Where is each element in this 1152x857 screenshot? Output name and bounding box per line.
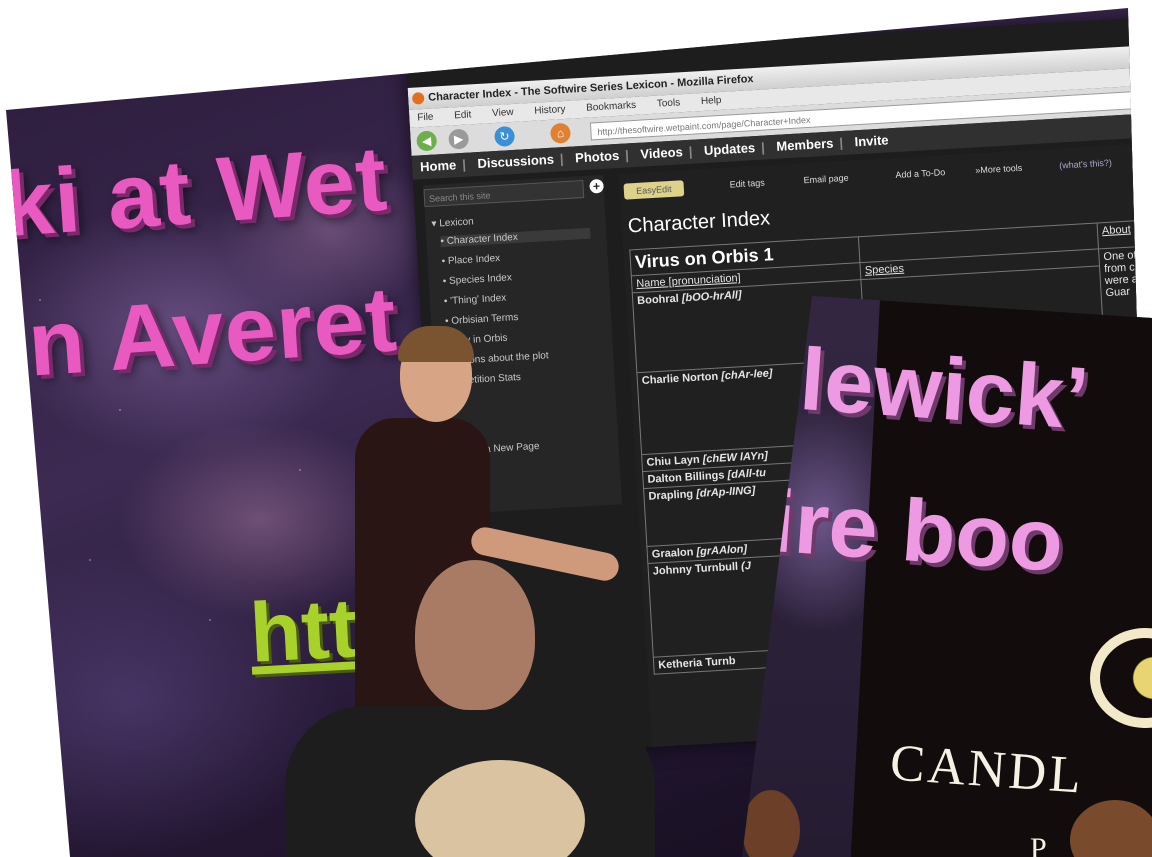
reload-icon[interactable]: ↻ xyxy=(494,125,516,148)
more-tools-link[interactable]: »More tools xyxy=(975,163,1023,176)
nav-photos[interactable]: Photos xyxy=(575,148,620,166)
forward-arrow-icon[interactable]: ▶ xyxy=(448,128,470,150)
right-sub-text: P xyxy=(1030,832,1047,857)
menu-view[interactable]: View xyxy=(492,107,514,119)
back-arrow-icon[interactable]: ◀ xyxy=(416,130,438,152)
nav-videos[interactable]: Videos xyxy=(640,144,683,161)
menu-edit[interactable]: Edit xyxy=(454,109,472,121)
menu-help[interactable]: Help xyxy=(701,95,722,107)
menu-file[interactable]: File xyxy=(417,112,434,124)
sidebar-item-species-index[interactable]: • Species Index xyxy=(443,272,513,287)
home-icon[interactable]: ⌂ xyxy=(549,122,572,144)
slide-url: htt xyxy=(247,580,360,680)
nav-discussions[interactable]: Discussions xyxy=(477,152,554,171)
sidebar-item-thing-index[interactable]: • 'Thing' Index xyxy=(444,293,507,308)
header-about[interactable]: About xyxy=(1097,218,1152,249)
add-todo-link[interactable]: Add a To-Do xyxy=(895,167,945,180)
right-slide-line-2: ire boo xyxy=(766,470,1067,591)
nav-invite[interactable]: Invite xyxy=(854,132,889,149)
menu-bookmarks[interactable]: Bookmarks xyxy=(586,100,637,114)
nav-members[interactable]: Members xyxy=(776,136,834,154)
nav-updates[interactable]: Updates xyxy=(704,140,756,158)
whats-this-link[interactable]: (what's this?) xyxy=(1059,158,1112,171)
right-slide-line-1: lewick’ xyxy=(796,329,1092,448)
tree-root-lexicon[interactable]: ▾ Lexicon xyxy=(431,216,474,229)
page-title: Character Index xyxy=(627,207,771,238)
sidebar-item-character-index[interactable]: • Character Index xyxy=(440,227,591,248)
sidebar-item-orbisian-terms[interactable]: • Orbisian Terms xyxy=(445,312,519,327)
menu-history[interactable]: History xyxy=(534,104,566,117)
firefox-icon xyxy=(411,92,425,105)
edit-tags-link[interactable]: Edit tags xyxy=(729,178,765,190)
nav-home[interactable]: Home xyxy=(420,157,457,174)
menu-tools[interactable]: Tools xyxy=(657,97,681,109)
search-input[interactable]: Search this site xyxy=(423,179,585,208)
add-circle-icon[interactable]: + xyxy=(589,178,604,194)
easy-edit-button[interactable]: EasyEdit xyxy=(623,180,685,200)
audience-member-head xyxy=(415,560,535,710)
sidebar-item-place-index[interactable]: • Place Index xyxy=(441,253,500,267)
email-page-link[interactable]: Email page xyxy=(803,173,849,186)
